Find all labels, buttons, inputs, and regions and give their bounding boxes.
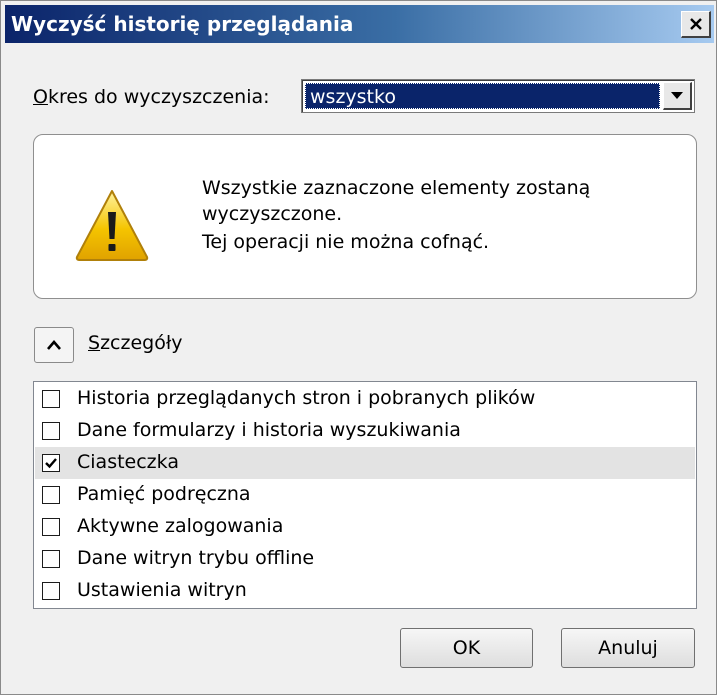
checkbox[interactable]	[42, 422, 60, 440]
warning-note: Tej operacji nie można cofnąć.	[202, 231, 490, 253]
period-label-text: kres do wyczyszczenia:	[47, 86, 270, 108]
warning-message: Wszystkie zaznaczone elementy zostaną wy…	[202, 177, 591, 225]
list-item-offline-data[interactable]: Dane witryn trybu offline	[35, 543, 695, 575]
details-label-text: zczegóły	[100, 332, 183, 354]
ok-button[interactable]: OK	[400, 628, 533, 668]
details-label-access-key: S	[88, 332, 101, 354]
clear-history-dialog: Wyczyść historię przeglądania Okres do w…	[0, 0, 717, 695]
title-bar[interactable]: Wyczyść historię przeglądania	[5, 5, 714, 43]
checkbox-checked[interactable]	[42, 454, 60, 472]
dropdown-arrow-button[interactable]	[663, 82, 692, 110]
period-label: Okres do wyczyszczenia:	[33, 86, 270, 108]
list-item-label: Pamięć podręczna	[77, 483, 251, 505]
checkbox[interactable]	[42, 550, 60, 568]
checkbox[interactable]	[42, 518, 60, 536]
checkmark-icon	[45, 458, 57, 469]
checkbox[interactable]	[42, 486, 60, 504]
close-button[interactable]	[681, 11, 711, 38]
warning-icon	[75, 190, 149, 261]
list-item-site-settings[interactable]: Ustawienia witryn	[35, 575, 695, 607]
list-item-cache[interactable]: Pamięć podręczna	[35, 479, 695, 511]
warning-panel: Wszystkie zaznaczone elementy zostaną wy…	[33, 134, 697, 299]
list-item-label: Aktywne zalogowania	[77, 515, 284, 537]
window-title: Wyczyść historię przeglądania	[11, 12, 354, 36]
period-label-access-key: O	[33, 86, 48, 108]
chevron-down-icon	[671, 92, 683, 99]
checkbox[interactable]	[42, 582, 60, 600]
chevron-up-icon	[47, 340, 61, 350]
list-item-label: Ustawienia witryn	[77, 579, 247, 601]
list-item-label: Historia przeglądanych stron i pobranych…	[77, 387, 536, 409]
cancel-button[interactable]: Anuluj	[561, 628, 695, 668]
list-item-active-logins[interactable]: Aktywne zalogowania	[35, 511, 695, 543]
period-dropdown-value: wszystko	[305, 83, 660, 109]
list-item-form-data[interactable]: Dane formularzy i historia wyszukiwania	[35, 415, 695, 447]
close-icon	[689, 18, 702, 30]
details-toggle-button[interactable]	[34, 327, 74, 363]
list-item-label: Ciasteczka	[77, 451, 179, 473]
details-label[interactable]: Szczegóły	[88, 332, 182, 354]
list-item-browsing-history[interactable]: Historia przeglądanych stron i pobranych…	[35, 383, 695, 415]
list-item-label: Dane witryn trybu offline	[77, 547, 315, 569]
list-item-label: Dane formularzy i historia wyszukiwania	[77, 419, 461, 441]
list-item-cookies[interactable]: Ciasteczka	[35, 447, 695, 479]
checkbox[interactable]	[42, 390, 60, 408]
items-list[interactable]: Historia przeglądanych stron i pobranych…	[33, 381, 697, 609]
period-dropdown[interactable]: wszystko	[301, 79, 695, 113]
